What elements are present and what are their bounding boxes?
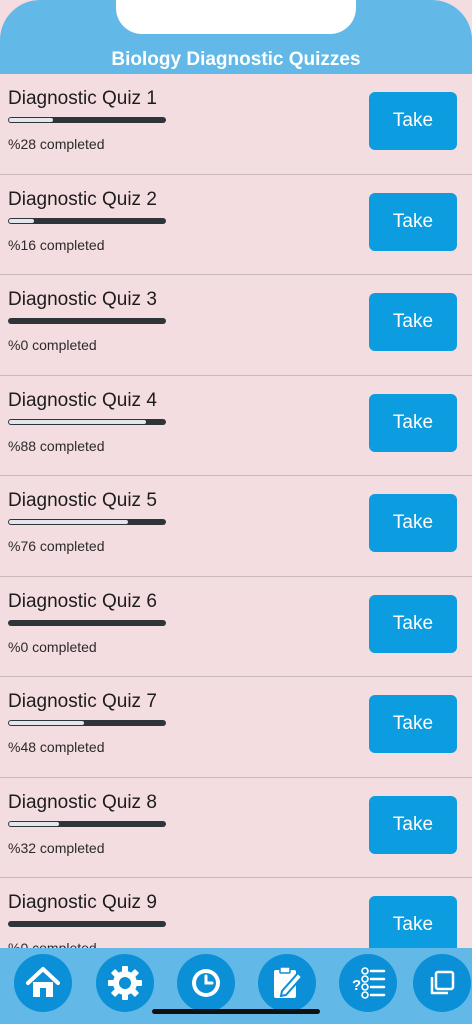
progress-bar [8, 318, 166, 324]
progress-fill [9, 218, 34, 223]
device-notch [116, 0, 356, 34]
list-item: Diagnostic Quiz 7 %48 completed Take [0, 677, 472, 778]
progress-label: %28 completed [8, 136, 105, 152]
quiz-name: Diagnostic Quiz 5 [8, 490, 157, 511]
list-item: Diagnostic Quiz 4 %88 completed Take [0, 376, 472, 476]
progress-fill [9, 721, 84, 725]
list-item: Diagnostic Quiz 2 %16 completed Take [0, 175, 472, 275]
take-quiz-button[interactable]: Take [369, 293, 457, 351]
take-quiz-button[interactable]: Take [369, 896, 457, 948]
quiz-name: Diagnostic Quiz 6 [8, 590, 157, 612]
progress-label: %16 completed [8, 236, 105, 253]
progress-bar [8, 820, 166, 827]
quiz-name: Diagnostic Quiz 2 [8, 188, 157, 210]
progress-label: %0 completed [8, 337, 97, 353]
home-indicator [152, 1009, 320, 1014]
progress-bar [8, 921, 166, 927]
progress-fill [9, 520, 128, 524]
take-quiz-button[interactable]: Take [369, 494, 457, 552]
take-quiz-button[interactable]: Take [369, 695, 457, 753]
gear-icon [108, 966, 142, 1000]
list-item: Diagnostic Quiz 6 %0 completed Take [0, 577, 472, 677]
quiz-name: Diagnostic Quiz 1 [8, 88, 157, 109]
progress-bar [8, 418, 166, 425]
list-item: Diagnostic Quiz 1 %28 completed Take [0, 74, 472, 175]
app-header: Biology Diagnostic Quizzes [0, 0, 472, 74]
quiz-name: Diagnostic Quiz 4 [8, 389, 157, 411]
progress-fill [9, 419, 146, 424]
progress-label: %0 completed [8, 940, 97, 948]
progress-bar [8, 117, 166, 123]
quiz-name: Diagnostic Quiz 7 [8, 691, 157, 712]
home-icon [26, 967, 60, 997]
quiz-name: Diagnostic Quiz 8 [8, 791, 157, 813]
progress-fill [9, 821, 59, 826]
tab-home[interactable] [14, 954, 72, 1012]
take-quiz-button[interactable]: Take [369, 795, 457, 854]
list-item: Diagnostic Quiz 3 %0 completed Take [0, 275, 472, 376]
tab-history[interactable] [177, 954, 235, 1012]
page-title: Biology Diagnostic Quizzes [111, 49, 361, 70]
progress-label: %32 completed [8, 839, 105, 856]
tab-quizzes[interactable]: ? [339, 954, 397, 1012]
progress-bar [8, 720, 166, 726]
svg-text:?: ? [352, 977, 361, 994]
quiz-name: Diagnostic Quiz 3 [8, 289, 157, 310]
quiz-list[interactable]: Diagnostic Quiz 1 %28 completed Take Dia… [0, 74, 472, 948]
list-item: Diagnostic Quiz 9 %0 completed Take [0, 878, 472, 948]
tab-notes[interactable] [258, 954, 316, 1012]
tab-more[interactable] [413, 954, 471, 1012]
progress-bar [8, 217, 166, 224]
take-quiz-button[interactable]: Take [369, 594, 457, 653]
tab-settings[interactable] [96, 954, 154, 1012]
quiz-name: Diagnostic Quiz 9 [8, 892, 157, 913]
progress-fill [9, 118, 53, 122]
progress-label: %88 completed [8, 437, 105, 454]
progress-bar [8, 519, 166, 525]
take-quiz-button[interactable]: Take [369, 92, 457, 150]
copy-icon [430, 970, 455, 995]
quiz-list-icon: ? [352, 967, 386, 999]
clock-icon [192, 969, 220, 997]
edit-note-icon [274, 966, 304, 998]
progress-label: %76 completed [8, 538, 105, 554]
progress-label: %48 completed [8, 739, 105, 755]
progress-bar [8, 619, 166, 626]
take-quiz-button[interactable]: Take [369, 192, 457, 251]
list-item: Diagnostic Quiz 8 %32 completed Take [0, 778, 472, 878]
take-quiz-button[interactable]: Take [369, 393, 457, 452]
progress-label: %0 completed [8, 638, 97, 655]
list-item: Diagnostic Quiz 5 %76 completed Take [0, 476, 472, 577]
